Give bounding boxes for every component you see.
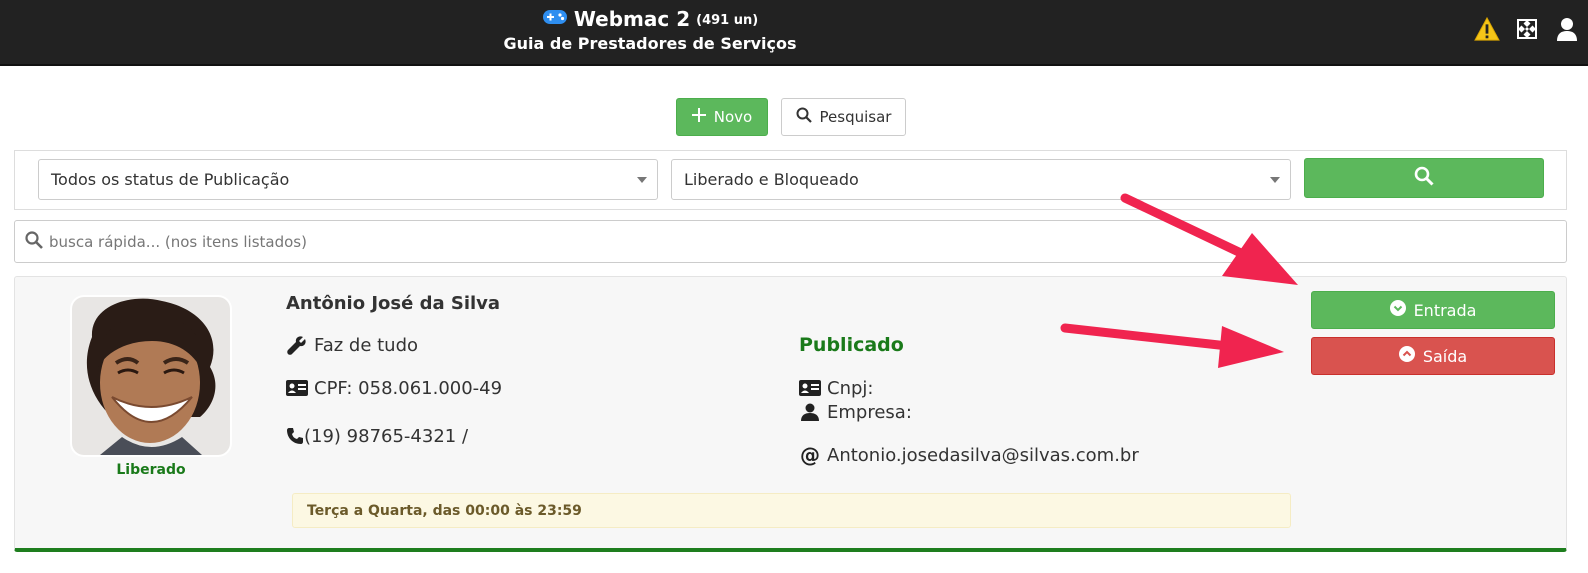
fullscreen-icon[interactable] — [1514, 16, 1540, 42]
id-card-icon — [286, 377, 308, 399]
gamepad-icon — [542, 8, 568, 30]
new-button-label: Novo — [713, 108, 753, 126]
user-icon[interactable] — [1554, 16, 1580, 42]
provider-name: Antônio José da Silva — [286, 293, 501, 314]
at-icon: @ — [800, 443, 820, 467]
app-name: Webmac 2 — [573, 7, 691, 31]
quick-search-box — [14, 220, 1567, 263]
quick-search-input[interactable] — [49, 232, 1449, 251]
chevron-down-circle-icon — [1389, 300, 1406, 320]
chevron-up-circle-icon — [1398, 346, 1415, 366]
service-row: Faz de tudo — [286, 334, 418, 356]
apply-filter-button[interactable] — [1304, 158, 1544, 198]
company-label: Empresa: — [827, 401, 912, 423]
search-icon — [1414, 166, 1434, 190]
avatar — [70, 295, 232, 457]
id-card-icon — [799, 377, 821, 399]
entry-button[interactable]: Entrada — [1311, 291, 1555, 329]
cnpj-row: Cnpj: — [799, 377, 873, 399]
phone-text: (19) 98765-4321 / — [304, 425, 469, 447]
exit-button-label: Saída — [1422, 346, 1468, 366]
phone-icon — [286, 425, 304, 447]
plus-icon — [691, 108, 706, 126]
search-button-label: Pesquisar — [819, 108, 892, 126]
cpf-row: CPF: 058.061.000-49 — [286, 377, 502, 399]
access-status-value: Liberado e Bloqueado — [684, 170, 859, 189]
provider-card: Liberado Antônio José da Silva Faz de tu… — [14, 276, 1567, 552]
wrench-icon — [286, 334, 308, 356]
top-bar: Webmac 2 (491 un) Guia de Prestadores de… — [0, 0, 1588, 66]
email-row: @ Antonio.josedasilva@silvas.com.br — [799, 443, 1139, 467]
page-subtitle: Guia de Prestadores de Serviços — [503, 34, 797, 53]
cnpj-label: Cnpj: — [827, 377, 874, 399]
phone-row: (19) 98765-4321 / — [286, 425, 468, 447]
app-title: Webmac 2 (491 un) Guia de Prestadores de… — [450, 6, 850, 53]
chevron-down-icon — [1270, 177, 1280, 183]
filter-panel: Todos os status de Publicação Liberado e… — [14, 150, 1567, 210]
entry-button-label: Entrada — [1413, 300, 1477, 320]
company-row: Empresa: — [799, 401, 912, 423]
new-button[interactable]: Novo — [676, 98, 768, 136]
search-icon — [796, 107, 812, 127]
publication-status: Publicado — [799, 334, 904, 356]
publication-status-select[interactable]: Todos os status de Publicação — [38, 159, 658, 200]
chevron-down-icon — [637, 177, 647, 183]
access-status-badge: Liberado — [116, 462, 186, 478]
access-status-select[interactable]: Liberado e Bloqueado — [671, 159, 1291, 200]
exit-button[interactable]: Saída — [1311, 337, 1555, 375]
publication-status-value: Todos os status de Publicação — [51, 170, 290, 189]
user-icon — [799, 401, 821, 423]
schedule-notice: Terça a Quarta, das 00:00 às 23:59 — [292, 493, 1291, 528]
search-icon — [25, 230, 43, 253]
warning-icon[interactable] — [1474, 16, 1500, 42]
search-toggle-button[interactable]: Pesquisar — [781, 98, 906, 136]
header-actions — [1474, 16, 1580, 42]
record-count: (491 un) — [696, 13, 759, 28]
cpf-text: CPF: 058.061.000-49 — [314, 377, 503, 399]
service-text: Faz de tudo — [314, 334, 419, 356]
schedule-text: Terça a Quarta, das 00:00 às 23:59 — [307, 502, 582, 519]
email-text: Antonio.josedasilva@silvas.com.br — [827, 444, 1139, 466]
provider-photo — [72, 297, 230, 455]
